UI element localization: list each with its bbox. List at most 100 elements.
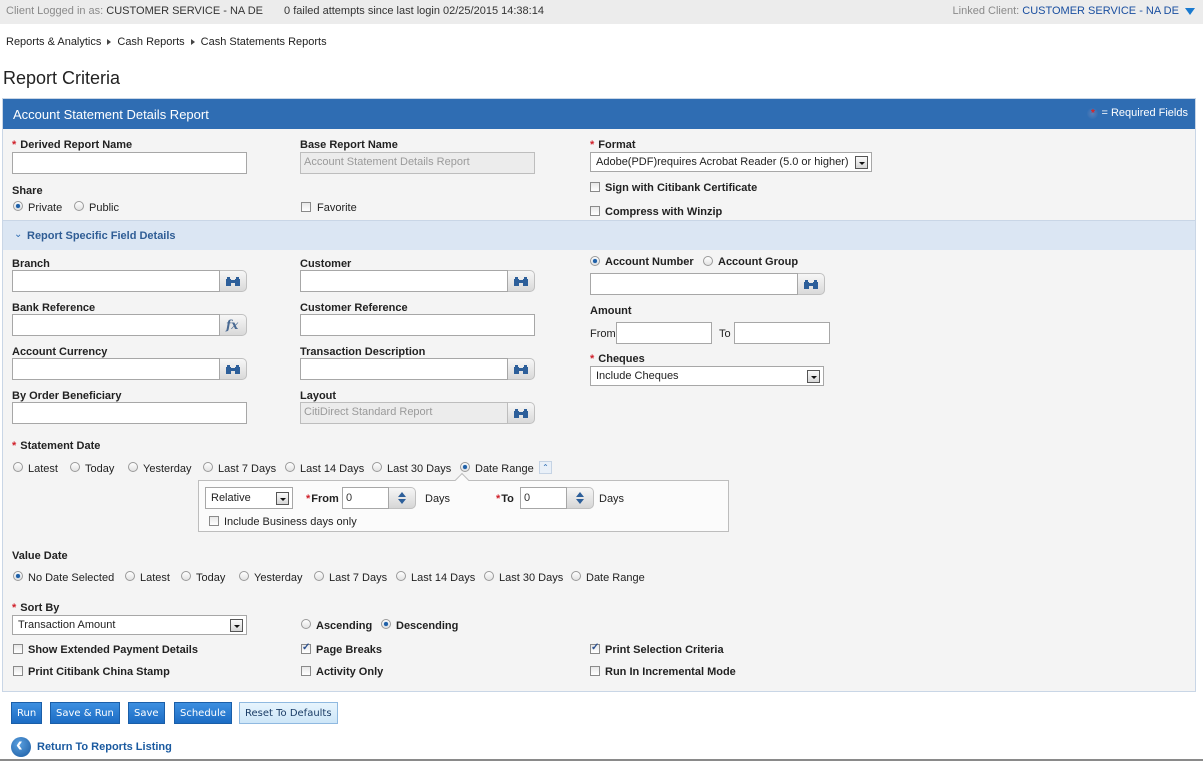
statement-date-radio[interactable] (70, 462, 80, 472)
branch-input[interactable] (12, 270, 220, 292)
breadcrumb-item[interactable]: Reports & Analytics (6, 36, 101, 48)
date-range-mode-select[interactable]: Relative (205, 487, 293, 509)
value-date-radio[interactable] (571, 571, 581, 581)
value-date-radio[interactable] (181, 571, 191, 581)
range-to-unit: Days (599, 493, 625, 505)
customer-lookup-button[interactable] (508, 270, 535, 292)
dropdown-arrow-icon[interactable] (230, 619, 243, 632)
statement-date-radio[interactable] (128, 462, 138, 472)
page-breaks-checkbox[interactable] (301, 642, 311, 654)
branch-lookup-button[interactable] (220, 270, 247, 292)
value-date-radio[interactable] (396, 571, 406, 581)
dropdown-arrow-icon[interactable] (807, 370, 820, 383)
statement-date-radio[interactable] (203, 462, 213, 472)
transaction-description-lookup-button[interactable] (508, 358, 535, 380)
account-currency-input[interactable] (12, 358, 220, 380)
value-date-radio[interactable] (13, 571, 23, 581)
range-from-unit: Days (425, 493, 451, 505)
sort-by-label: * Sort By (12, 602, 60, 614)
range-from-spinner[interactable] (389, 487, 416, 509)
function-icon: fx (226, 318, 239, 332)
amount-from-label: From (590, 328, 616, 340)
report-specific-section-toggle[interactable]: ⌄ Report Specific Field Details (3, 220, 1195, 250)
show-extended-label: Show Extended Payment Details (28, 644, 198, 656)
range-to-spinner[interactable] (567, 487, 594, 509)
derived-report-name-label: * Derived Report Name (12, 139, 133, 151)
by-order-beneficiary-input[interactable] (12, 402, 247, 424)
dropdown-arrow-icon[interactable] (855, 156, 868, 169)
value-date-radio[interactable] (484, 571, 494, 581)
amount-from-input[interactable] (616, 322, 712, 344)
print-selection-checkbox[interactable] (590, 642, 600, 654)
back-arrow-icon[interactable] (11, 734, 31, 757)
account-group-radio[interactable] (703, 256, 713, 266)
statement-date-radio[interactable] (285, 462, 295, 472)
reset-defaults-button[interactable]: Reset To Defaults (239, 702, 338, 724)
share-private-radio[interactable] (13, 201, 23, 211)
linked-client[interactable]: Linked Client: CUSTOMER SERVICE - NA DE (953, 5, 1195, 17)
statement-date-option-label: Last 14 Days (300, 463, 365, 475)
sign-certificate-checkbox[interactable] (590, 182, 600, 192)
account-number-label: Account Number (605, 256, 694, 268)
dropdown-arrow-icon[interactable] (276, 492, 289, 505)
account-number-radio[interactable] (590, 256, 600, 266)
save-and-run-button[interactable]: Save & Run (50, 702, 120, 724)
chevron-down-icon: ⌄ (14, 229, 23, 240)
value-date-radio[interactable] (125, 571, 135, 581)
sort-ascending-radio[interactable] (301, 619, 311, 629)
activity-only-checkbox[interactable] (301, 666, 311, 676)
binoculars-icon (514, 409, 528, 418)
incremental-mode-checkbox[interactable] (590, 666, 600, 676)
derived-report-name-input[interactable] (12, 152, 247, 174)
account-lookup-button[interactable] (798, 273, 825, 295)
range-to-input[interactable] (520, 487, 567, 509)
statement-date-radio[interactable] (13, 462, 23, 472)
incremental-mode-label: Run In Incremental Mode (605, 666, 736, 678)
favorite-checkbox[interactable] (301, 202, 311, 212)
layout-lookup-button[interactable] (508, 402, 535, 424)
amount-to-input[interactable] (734, 322, 830, 344)
bank-reference-formula-button[interactable]: fx (220, 314, 247, 336)
caret-down-icon[interactable] (1185, 7, 1195, 15)
business-days-checkbox[interactable] (209, 516, 219, 526)
statement-date-label: * Statement Date (12, 440, 101, 452)
cheques-select[interactable]: Include Cheques (590, 366, 824, 386)
linked-client-value[interactable]: CUSTOMER SERVICE - NA DE (1022, 5, 1179, 17)
statement-date-radio[interactable] (460, 462, 470, 472)
customer-reference-input[interactable] (300, 314, 535, 336)
page-title: Report Criteria (3, 68, 121, 88)
print-selection-label: Print Selection Criteria (605, 644, 724, 656)
favorite-label: Favorite (317, 202, 357, 214)
compress-winzip-checkbox[interactable] (590, 206, 600, 216)
return-link-text[interactable]: Return To Reports Listing (37, 741, 172, 753)
account-input[interactable] (590, 273, 798, 295)
statement-date-radio[interactable] (372, 462, 382, 472)
collapse-up-icon[interactable]: ⌃ (539, 461, 552, 474)
value-date-radio[interactable] (239, 571, 249, 581)
value-date-radio[interactable] (314, 571, 324, 581)
value-date-option-label: Date Range (586, 572, 645, 584)
china-stamp-checkbox[interactable] (13, 666, 23, 676)
customer-reference-label: Customer Reference (300, 302, 408, 314)
format-select[interactable]: Adobe(PDF)requires Acrobat Reader (5.0 o… (590, 152, 872, 172)
account-currency-lookup-button[interactable] (220, 358, 247, 380)
linked-client-label: Linked Client: (952, 5, 1020, 17)
section-title: Report Specific Field Details (27, 230, 176, 242)
bank-reference-input[interactable] (12, 314, 220, 336)
customer-input[interactable] (300, 270, 508, 292)
schedule-button[interactable]: Schedule (174, 702, 232, 724)
base-report-name-input: Account Statement Details Report (300, 152, 535, 174)
breadcrumb-item[interactable]: Cash Reports (117, 36, 184, 48)
transaction-description-input[interactable] (300, 358, 508, 380)
range-from-input[interactable] (342, 487, 389, 509)
save-button[interactable]: Save (128, 702, 165, 724)
run-button[interactable]: Run (11, 702, 43, 724)
statement-date-option-label: Last 30 Days (387, 463, 452, 475)
value-date-option-label: No Date Selected (28, 572, 115, 584)
show-extended-checkbox[interactable] (13, 644, 23, 654)
sort-descending-radio[interactable] (381, 619, 391, 629)
value-date-option-label: Today (196, 572, 226, 584)
sort-by-select[interactable]: Transaction Amount (12, 615, 247, 635)
by-order-beneficiary-label: By Order Beneficiary (12, 390, 122, 402)
share-public-radio[interactable] (74, 201, 84, 211)
